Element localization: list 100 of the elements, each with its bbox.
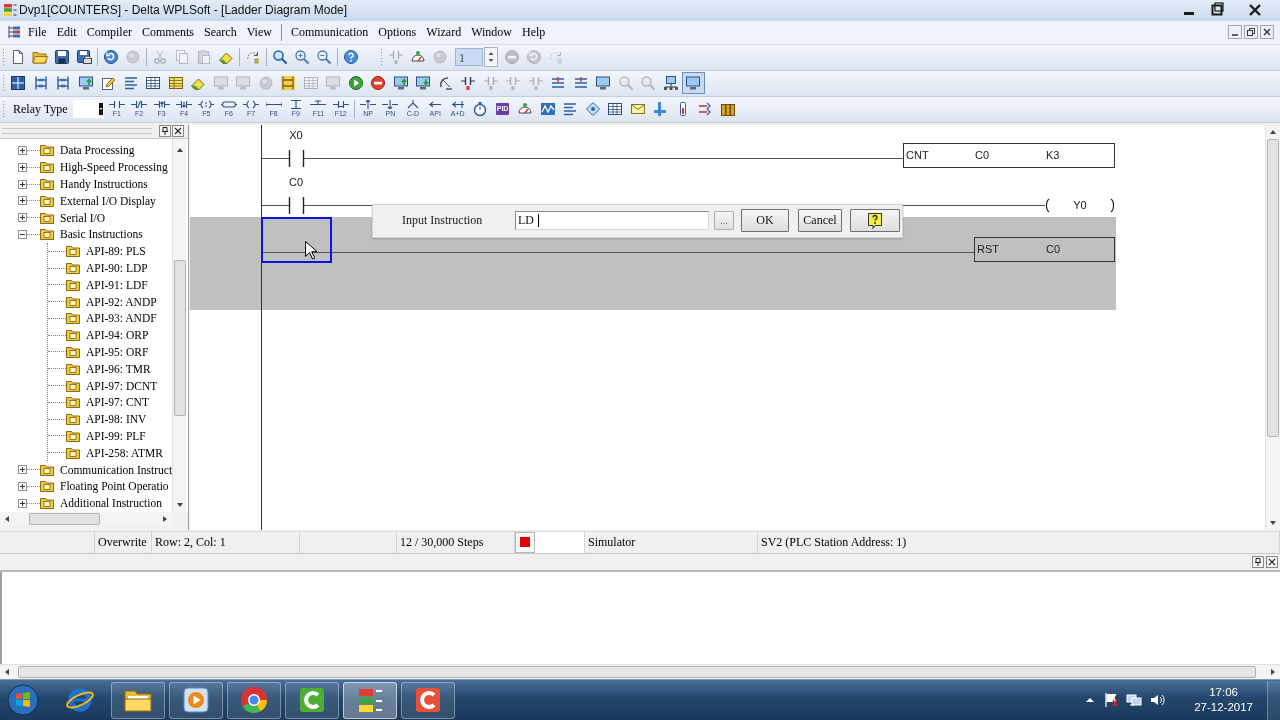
tree-item[interactable]: Communication Instruct: [60, 463, 172, 476]
restore-icon[interactable]: [1244, 25, 1258, 40]
tree-item[interactable]: High-Speed Processing: [60, 161, 168, 174]
menu-item[interactable]: Edit: [51, 24, 82, 40]
tree-item[interactable]: API-258: ATMR: [86, 446, 163, 459]
menu-item[interactable]: Wizard: [421, 24, 467, 40]
browse-button[interactable]: ...: [714, 211, 734, 231]
clock-date[interactable]: 27-12-2017: [1194, 700, 1253, 716]
expand-icon[interactable]: [18, 162, 27, 172]
taskbar-button[interactable]: [343, 681, 397, 719]
blocks-icon[interactable]: [719, 101, 736, 118]
expand-icon[interactable]: [18, 179, 27, 189]
tree-item[interactable]: API-97: CNT: [86, 396, 149, 409]
tree-item[interactable]: API-95: ORF: [86, 346, 149, 358]
folder-icon[interactable]: [32, 49, 48, 66]
table-icon[interactable]: [607, 101, 624, 118]
search-icon[interactable]: [272, 49, 288, 66]
list-icon[interactable]: [122, 75, 139, 92]
run-icon[interactable]: [347, 75, 364, 92]
tree-item[interactable]: External I/O Display: [60, 194, 156, 207]
menu-item[interactable]: Help: [517, 24, 551, 40]
table-icon[interactable]: [145, 75, 162, 92]
tree-item[interactable]: API-96: TMR: [86, 362, 151, 375]
taskbar-button[interactable]: [169, 681, 223, 719]
step-field[interactable]: 1: [455, 48, 483, 67]
expand-icon[interactable]: [18, 465, 27, 475]
disk-printer-icon[interactable]: [76, 49, 92, 66]
zoom-out-icon[interactable]: [316, 49, 332, 66]
taskbar-button[interactable]: [285, 681, 339, 719]
expand-icon[interactable]: [18, 498, 27, 508]
stop-icon[interactable]: [370, 75, 387, 92]
menu-item[interactable]: Compiler: [81, 24, 137, 40]
contact-icon[interactable]: [460, 75, 477, 92]
tree-item[interactable]: API-97: DCNT: [86, 379, 158, 392]
list-icon[interactable]: [562, 101, 579, 118]
scroll-thumb[interactable]: [173, 260, 186, 417]
expand-icon[interactable]: [18, 196, 27, 206]
start-orb-icon[interactable]: [7, 684, 39, 717]
stopwatch-icon[interactable]: [472, 101, 489, 118]
monitor-icon[interactable]: [595, 75, 612, 92]
tree-item[interactable]: Data Processing: [60, 144, 135, 157]
grid-icon[interactable]: [10, 75, 27, 92]
monitor-icon[interactable]: [415, 75, 432, 92]
tree-item[interactable]: Basic Instructions: [60, 228, 143, 241]
tree-list-icon[interactable]: [7, 25, 21, 40]
close-icon[interactable]: [172, 125, 184, 138]
dialog-button[interactable]: Cancel: [798, 209, 842, 233]
menu-item[interactable]: File: [23, 24, 52, 40]
table-icon[interactable]: [167, 75, 184, 92]
scroll-thumb[interactable]: [1267, 138, 1279, 437]
tree-item[interactable]: Floating Point Operatio: [60, 480, 169, 493]
expand-icon[interactable]: [18, 481, 27, 491]
pin-icon[interactable]: [159, 125, 171, 138]
tree-item[interactable]: API-94: ORP: [86, 329, 149, 342]
zoom-in-icon[interactable]: [294, 49, 310, 66]
tree-item[interactable]: API-99: PLF: [86, 429, 146, 442]
tree-item[interactable]: API-90: LDP: [86, 262, 148, 274]
ladder-icon[interactable]: [280, 75, 297, 92]
contact-symbol[interactable]: [288, 195, 305, 215]
menu-item[interactable]: Window: [466, 24, 517, 40]
tree-item[interactable]: Handy Instructions: [60, 178, 148, 190]
tree-item[interactable]: Additional Instruction: [60, 497, 162, 510]
tree-item[interactable]: API-91: LDF: [86, 278, 148, 291]
taskbar-button[interactable]: [111, 681, 165, 719]
taskbar-button[interactable]: [227, 681, 281, 719]
tree-item[interactable]: API-92: ANDP: [86, 295, 157, 308]
relay-type-dropdown[interactable]: [72, 100, 104, 119]
ladder-icon[interactable]: [55, 75, 72, 92]
flag-icon[interactable]: [1103, 692, 1120, 709]
vertical-scrollbar[interactable]: [172, 139, 186, 512]
menu-item[interactable]: Options: [373, 24, 422, 40]
help-icon[interactable]: [343, 49, 359, 66]
dialog-button[interactable]: OK: [741, 209, 789, 233]
expand-icon[interactable]: [18, 213, 27, 223]
vertical-scrollbar[interactable]: [1265, 124, 1280, 530]
monitor-icon[interactable]: [392, 75, 409, 92]
wave-icon[interactable]: [539, 101, 556, 118]
expand-icon[interactable]: [18, 145, 27, 155]
spinner-icon[interactable]: [484, 47, 498, 68]
coil-symbol[interactable]: [1045, 197, 1115, 213]
help-button[interactable]: [850, 209, 900, 233]
collapse-icon[interactable]: [18, 229, 27, 239]
pencil-icon[interactable]: [100, 75, 117, 92]
network-icon[interactable]: [1126, 692, 1143, 709]
close-icon[interactable]: [1260, 25, 1274, 40]
menu-item[interactable]: Communication: [285, 24, 374, 40]
menu-item[interactable]: Comments: [137, 24, 199, 40]
tree-item[interactable]: API-98: INV: [86, 413, 147, 426]
tree-item[interactable]: Serial I/O: [60, 211, 106, 224]
horizontal-scrollbar[interactable]: [0, 664, 1280, 680]
instruction-box[interactable]: CNT C0 K3: [903, 142, 1115, 168]
scroll-thumb[interactable]: [18, 666, 1256, 679]
taskbar-button[interactable]: [401, 681, 455, 719]
diamond-icon[interactable]: [584, 101, 601, 118]
page-icon[interactable]: [10, 49, 26, 66]
dotted-arrow-icon[interactable]: [245, 49, 261, 66]
antenna-icon[interactable]: [437, 75, 454, 92]
monitor-icon[interactable]: [77, 75, 94, 92]
tree-item[interactable]: API-89: PLS: [86, 245, 146, 258]
close-icon[interactable]: [1266, 555, 1278, 568]
